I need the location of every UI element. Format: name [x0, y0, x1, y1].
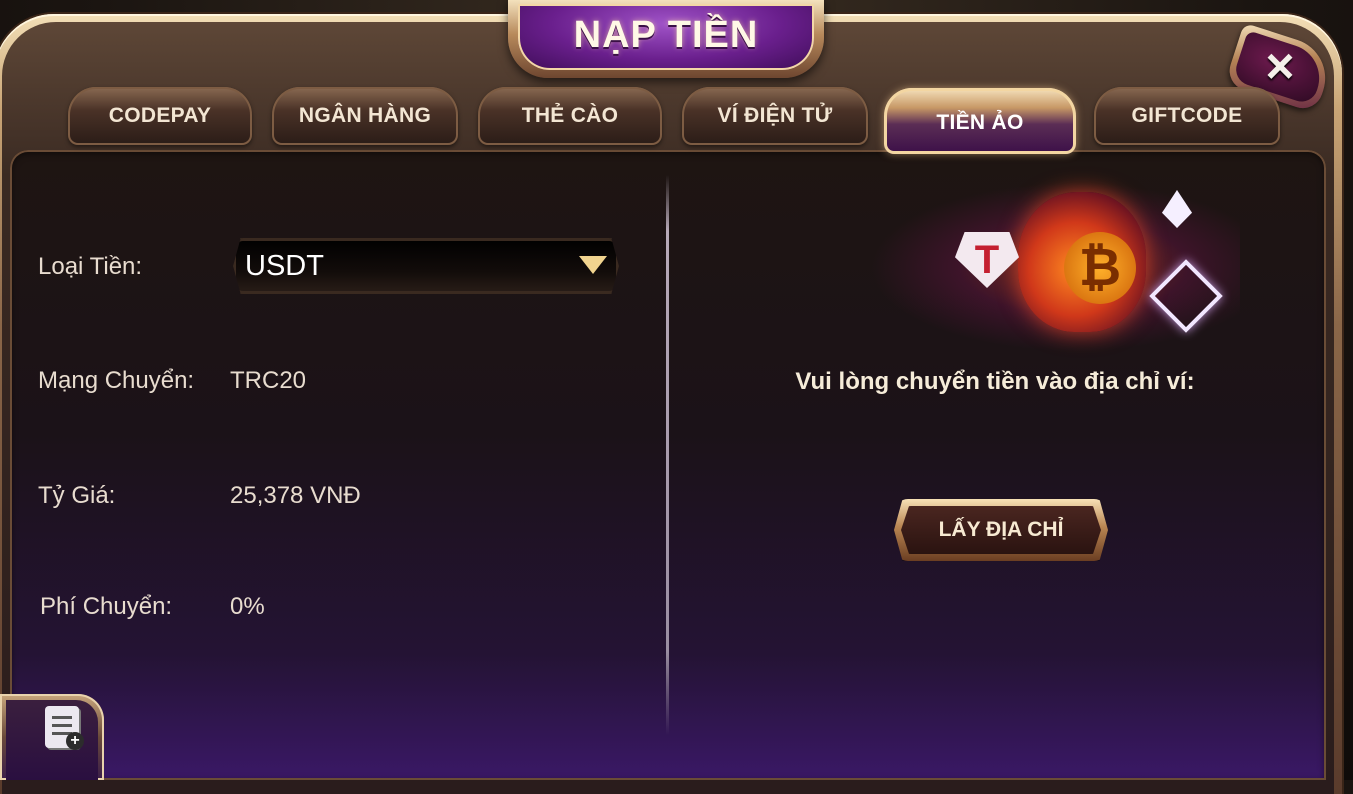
fee-label: Phí Chuyển: [40, 593, 173, 620]
title-plaque: NẠP TIỀN [508, 0, 824, 78]
tab-vi-dien-tu[interactable]: VÍ ĐIỆN TỬ [682, 87, 868, 145]
plus-icon: + [66, 732, 84, 750]
tab-codepay[interactable]: CODEPAY [68, 87, 252, 145]
currency-label: Loại Tiền: [38, 253, 143, 280]
rate-value: 25,378 VNĐ [230, 482, 361, 509]
title-plaque-inner: NẠP TIỀN [518, 4, 814, 70]
tab-ngan-hang[interactable]: NGÂN HÀNG [272, 87, 458, 145]
rate-label: Tỷ Giá: [38, 482, 116, 509]
panel-divider [666, 175, 669, 735]
network-label: Mạng Chuyển: [38, 367, 195, 394]
close-icon[interactable]: × [1258, 41, 1302, 91]
network-value: TRC20 [230, 367, 307, 394]
chevron-down-icon[interactable] [579, 256, 607, 274]
get-address-label: LẤY ĐỊA CHỈ [938, 518, 1064, 541]
tab-label: NGÂN HÀNG [298, 104, 432, 127]
dialog-title: NẠP TIỀN [573, 14, 759, 56]
tab-label: GIFTCODE [1131, 104, 1243, 127]
tab-label: VÍ ĐIỆN TỬ [717, 104, 833, 127]
tab-tien-ao[interactable]: TIỀN ẢO [884, 88, 1076, 154]
tab-label: TIỀN ẢO [936, 111, 1024, 134]
tab-giftcode[interactable]: GIFTCODE [1094, 87, 1280, 145]
get-address-button-label-wrap[interactable]: LẤY ĐỊA CHỈ [894, 499, 1108, 561]
tab-the-cao[interactable]: THẺ CÀO [478, 87, 662, 145]
currency-select-value[interactable]: USDT [245, 250, 324, 283]
tab-label: THẺ CÀO [521, 104, 619, 127]
bitcoin-icon: ₿ [1064, 232, 1136, 304]
deposit-instruction: Vui lòng chuyển tiền vào địa chỉ ví: [795, 368, 1195, 395]
tab-label: CODEPAY [108, 104, 212, 127]
fee-value: 0% [230, 593, 265, 620]
